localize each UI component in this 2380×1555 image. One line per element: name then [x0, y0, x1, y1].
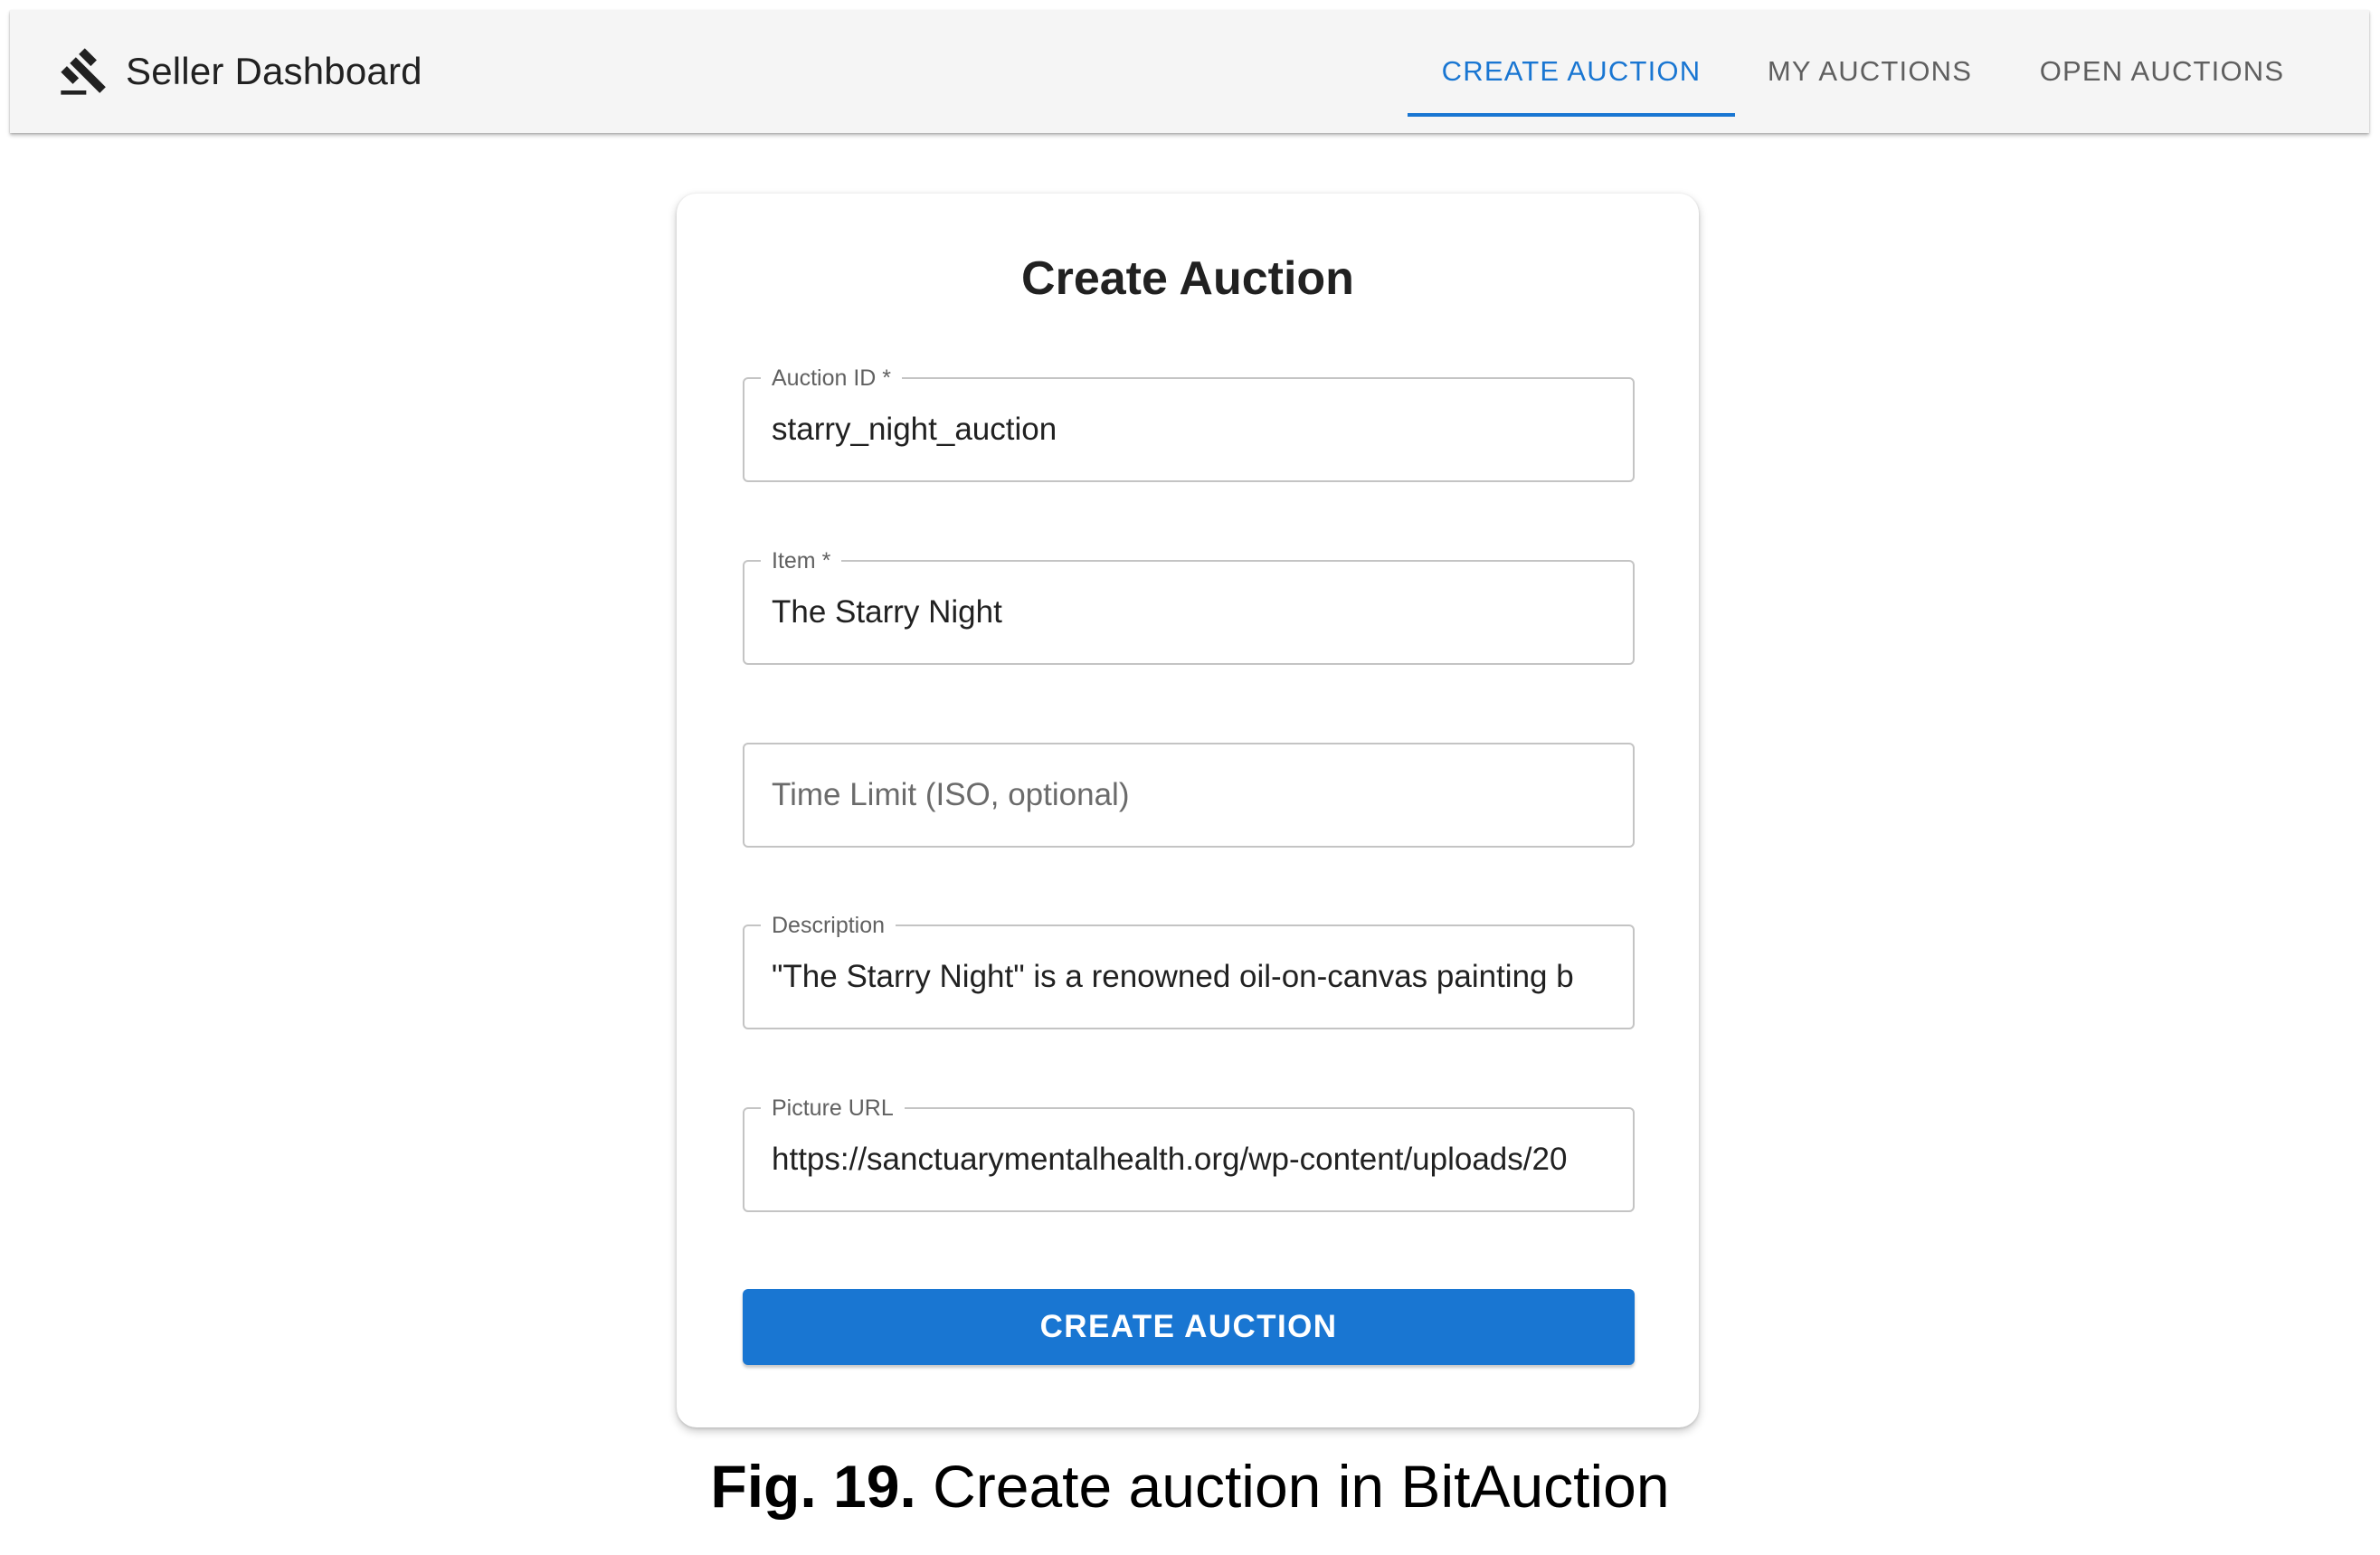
app-title: Seller Dashboard	[126, 50, 422, 92]
figure-caption-text: Create auction in BitAuction	[933, 1453, 1670, 1520]
description-input[interactable]: "The Starry Night" is a renowned oil-on-…	[772, 926, 1607, 1028]
form-title: Create Auction	[1021, 252, 1354, 305]
picture-url-field[interactable]: Picture URL https://sanctuarymentalhealt…	[743, 1094, 1635, 1212]
item-input[interactable]: The Starry Night	[772, 562, 1607, 663]
tab-label: OPEN AUCTIONS	[2039, 55, 2285, 87]
tab-create-auction[interactable]: CREATE AUCTION	[1408, 10, 1735, 133]
gavel-icon	[59, 46, 109, 97]
tab-label: MY AUCTIONS	[1767, 55, 1973, 87]
time-limit-input[interactable]: Time Limit (ISO, optional)	[772, 744, 1607, 846]
figure-number: Fig. 19.	[710, 1453, 916, 1520]
picture-url-input[interactable]: https://sanctuarymentalhealth.org/wp-con…	[772, 1109, 1607, 1210]
create-auction-button[interactable]: CREATE AUCTION	[743, 1289, 1635, 1365]
description-field[interactable]: Description "The Starry Night" is a reno…	[743, 911, 1635, 1029]
active-tab-indicator	[1408, 113, 1735, 117]
tab-label: CREATE AUCTION	[1441, 55, 1702, 87]
tab-open-auctions[interactable]: OPEN AUCTIONS	[2005, 10, 2319, 133]
tab-my-auctions[interactable]: MY AUCTIONS	[1735, 10, 2005, 133]
figure-caption: Fig. 19. Create auction in BitAuction	[0, 1452, 2380, 1521]
create-auction-card: Create Auction Auction ID * starry_night…	[677, 194, 1699, 1427]
app-bar: Seller Dashboard CREATE AUCTION MY AUCTI…	[10, 10, 2369, 133]
nav-tabs: CREATE AUCTION MY AUCTIONS OPEN AUCTIONS	[1408, 10, 2319, 133]
auction-id-input[interactable]: starry_night_auction	[772, 379, 1607, 480]
time-limit-field[interactable]: Time Limit (ISO, optional)	[743, 743, 1635, 848]
item-field[interactable]: Item * The Starry Night	[743, 546, 1635, 665]
brand: Seller Dashboard	[59, 10, 422, 133]
auction-id-field[interactable]: Auction ID * starry_night_auction	[743, 364, 1635, 482]
